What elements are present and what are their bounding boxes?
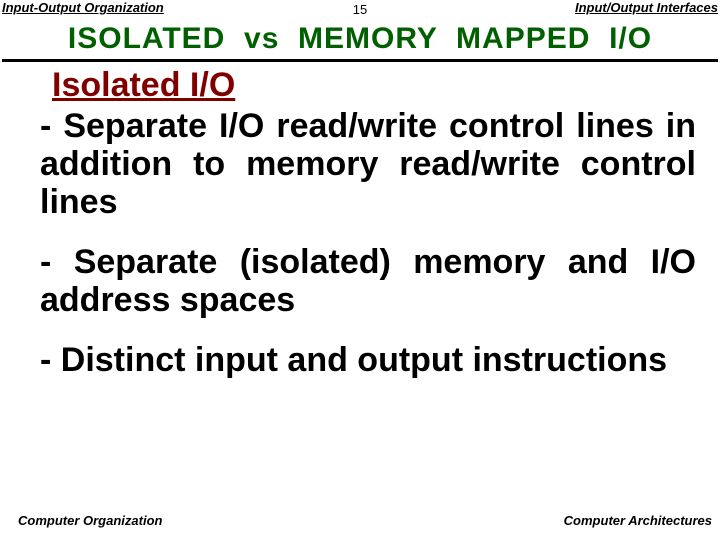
title-rule <box>2 59 718 62</box>
header-right: Input/Output Interfaces <box>575 0 718 15</box>
header-left: Input-Output Organization <box>2 0 164 15</box>
section-heading: Isolated I/O <box>52 66 696 105</box>
header-page-number: 15 <box>353 2 367 17</box>
slide: Input-Output Organization 15 Input/Outpu… <box>0 0 720 540</box>
bullet-item: - Distinct input and output instructions <box>40 341 696 379</box>
bullet-item: - Separate (isolated) memory and I/O add… <box>40 243 696 319</box>
footer-left: Computer Organization <box>18 513 162 528</box>
header-row: Input-Output Organization 15 Input/Outpu… <box>0 0 720 20</box>
slide-body: Isolated I/O - Separate I/O read/write c… <box>40 66 696 401</box>
footer-right: Computer Architectures <box>564 513 712 528</box>
bullet-item: - Separate I/O read/write control lines … <box>40 107 696 221</box>
slide-title: ISOLATED vs MEMORY MAPPED I/O <box>0 22 720 56</box>
